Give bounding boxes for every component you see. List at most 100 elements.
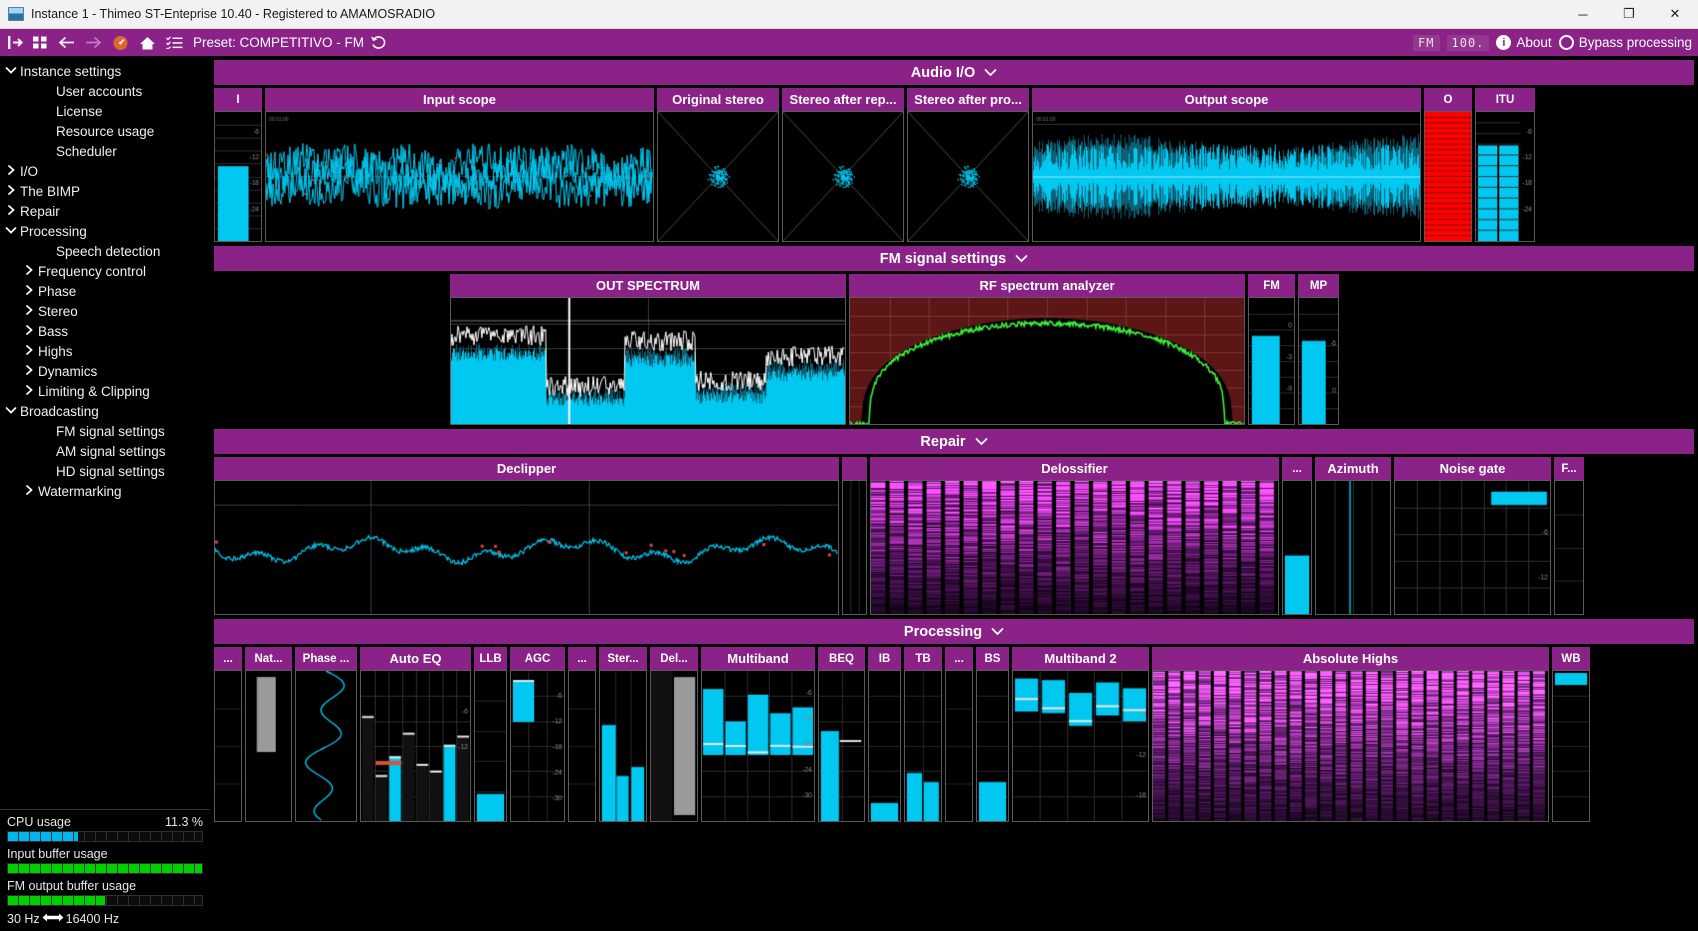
section-header[interactable]: FM signal settings — [214, 246, 1694, 271]
module-[interactable]: ... — [214, 647, 242, 822]
module-rf-spectrum-analyzer[interactable]: RF spectrum analyzer — [849, 274, 1245, 425]
close-button[interactable]: ✕ — [1652, 0, 1698, 29]
chevron-right-icon[interactable] — [2, 184, 20, 198]
module-multiband-2[interactable]: Multiband 2 — [1012, 647, 1149, 822]
module-itu[interactable]: ITU — [1475, 88, 1535, 242]
module-display[interactable] — [1152, 670, 1549, 822]
module-stereo-after-rep[interactable]: Stereo after rep... — [782, 88, 904, 242]
module-header[interactable]: BS — [976, 647, 1009, 670]
module-display[interactable] — [474, 670, 507, 822]
module-display[interactable] — [904, 670, 942, 822]
chevron-down-icon[interactable] — [984, 66, 997, 80]
module-header[interactable]: TB — [904, 647, 942, 670]
module-header[interactable]: LLB — [474, 647, 507, 670]
bypass-processing-button[interactable]: Bypass processing — [1558, 35, 1692, 50]
module-original-stereo[interactable]: Original stereo — [657, 88, 779, 242]
module-[interactable]: ... — [1282, 457, 1312, 615]
module-del[interactable]: Del... — [650, 647, 698, 822]
chevron-down-icon[interactable] — [991, 625, 1004, 639]
module-display[interactable] — [818, 670, 865, 822]
module-display[interactable] — [1032, 111, 1421, 242]
module-display[interactable] — [295, 670, 357, 822]
dock-icon[interactable] — [4, 31, 27, 54]
window-controls[interactable]: ─ ❐ ✕ — [1560, 0, 1698, 29]
maximize-button[interactable]: ❐ — [1606, 0, 1652, 29]
module-noise-gate[interactable]: Noise gate — [1394, 457, 1551, 615]
sidebar-item-speech-detection[interactable]: Speech detection — [0, 241, 210, 261]
module-delossifier[interactable]: Delossifier — [870, 457, 1279, 615]
module-tb[interactable]: TB — [904, 647, 942, 822]
module-beq[interactable]: BEQ — [818, 647, 865, 822]
module-header[interactable]: Stereo after pro... — [907, 88, 1029, 111]
module-display[interactable] — [849, 297, 1245, 425]
preset-label[interactable]: Preset: COMPETITIVO - FM — [193, 35, 364, 50]
module-display[interactable] — [360, 670, 471, 822]
module-input-scope[interactable]: Input scope — [265, 88, 654, 242]
module-header[interactable]: Multiband 2 — [1012, 647, 1149, 670]
grid-icon[interactable] — [29, 31, 52, 54]
module-ib[interactable]: IB — [868, 647, 901, 822]
module-auto-eq[interactable]: Auto EQ — [360, 647, 471, 822]
sidebar-item-the-bimp[interactable]: The BIMP — [0, 181, 210, 201]
module-header[interactable]: MP — [1298, 274, 1339, 297]
module-display[interactable] — [1475, 111, 1535, 242]
module-header[interactable]: ... — [568, 647, 596, 670]
sidebar-item-stereo[interactable]: Stereo — [0, 301, 210, 321]
module-display[interactable] — [868, 670, 901, 822]
module-absolute-highs[interactable]: Absolute Highs — [1152, 647, 1549, 822]
chevron-right-icon[interactable] — [20, 484, 38, 498]
module-declipper[interactable]: Declipper — [214, 457, 839, 615]
chevron-down-icon[interactable] — [2, 65, 20, 78]
sidebar-item-broadcasting[interactable]: Broadcasting — [0, 401, 210, 421]
module-display[interactable] — [1315, 480, 1391, 615]
home-icon[interactable] — [135, 31, 160, 54]
module-header[interactable]: Output scope — [1032, 88, 1421, 111]
module-display[interactable] — [907, 111, 1029, 242]
module-agc[interactable]: AGC — [510, 647, 565, 822]
sidebar-item-frequency-control[interactable]: Frequency control — [0, 261, 210, 281]
sidebar-item-limiting-clipping[interactable]: Limiting & Clipping — [0, 381, 210, 401]
module-out-spectrum[interactable]: OUT SPECTRUM — [450, 274, 846, 425]
sidebar-item-hd-signal-settings[interactable]: HD signal settings — [0, 461, 210, 481]
undo-icon[interactable] — [366, 31, 391, 54]
sidebar-item-dynamics[interactable]: Dynamics — [0, 361, 210, 381]
module-phase[interactable]: Phase ... — [295, 647, 357, 822]
chevron-right-icon[interactable] — [2, 204, 20, 218]
module-display[interactable] — [265, 111, 654, 242]
module-header[interactable]: BEQ — [818, 647, 865, 670]
chevron-down-icon[interactable] — [2, 405, 20, 418]
chevron-right-icon[interactable] — [20, 344, 38, 358]
chevron-right-icon[interactable] — [20, 304, 38, 318]
module-header[interactable]: ... — [214, 647, 242, 670]
sidebar-item-highs[interactable]: Highs — [0, 341, 210, 361]
module-display[interactable] — [657, 111, 779, 242]
module-bs[interactable]: BS — [976, 647, 1009, 822]
sidebar-item-i-o[interactable]: I/O — [0, 161, 210, 181]
module-display[interactable] — [245, 670, 292, 822]
module-header[interactable]: ITU — [1475, 88, 1535, 111]
module-header[interactable]: Original stereo — [657, 88, 779, 111]
module-header[interactable]: FM — [1248, 274, 1295, 297]
module-stereo-after-pro[interactable]: Stereo after pro... — [907, 88, 1029, 242]
module-i[interactable]: I — [214, 88, 262, 242]
module-display[interactable] — [510, 670, 565, 822]
module-header[interactable]: Absolute Highs — [1152, 647, 1549, 670]
module-llb[interactable]: LLB — [474, 647, 507, 822]
sidebar-item-scheduler[interactable]: Scheduler — [0, 141, 210, 161]
module-header[interactable]: Multiband — [701, 647, 815, 670]
module-header[interactable]: WB — [1552, 647, 1590, 670]
module-display[interactable] — [568, 670, 596, 822]
module-display[interactable] — [1298, 297, 1339, 425]
chevron-down-icon[interactable] — [1015, 252, 1028, 266]
chevron-right-icon[interactable] — [20, 364, 38, 378]
module-header[interactable]: Del... — [650, 647, 698, 670]
section-header[interactable]: Repair — [214, 429, 1694, 454]
module-display[interactable] — [976, 670, 1009, 822]
module-output-scope[interactable]: Output scope — [1032, 88, 1421, 242]
module-mp[interactable]: MP — [1298, 274, 1339, 425]
module-header[interactable]: F... — [1554, 457, 1584, 480]
module-[interactable]: ... — [945, 647, 973, 822]
module-header[interactable]: Azimuth — [1315, 457, 1391, 480]
preset-list-icon[interactable] — [162, 31, 187, 54]
module-display[interactable] — [650, 670, 698, 822]
